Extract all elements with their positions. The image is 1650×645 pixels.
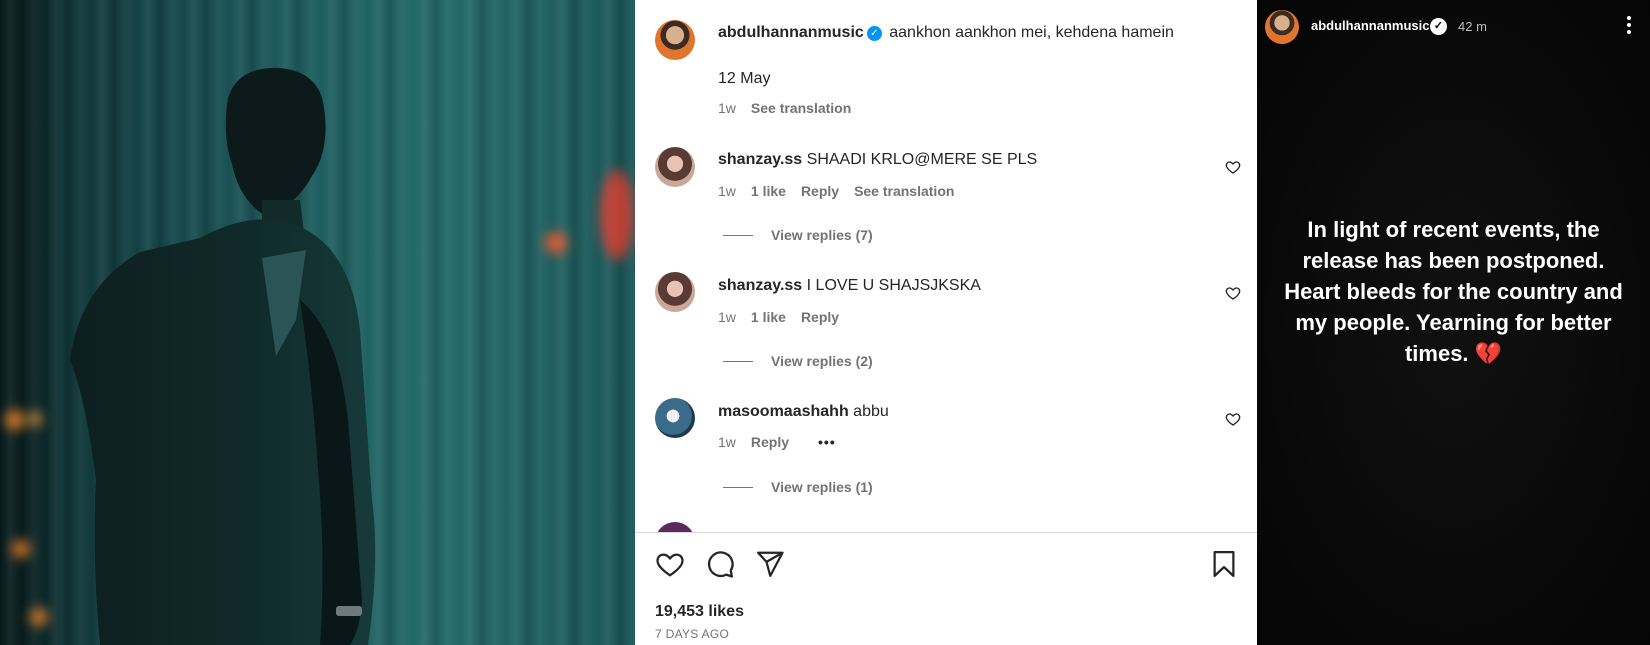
comment-age: 1w xyxy=(718,183,736,199)
comment-text: I LOVE U SHAJSJKSKA xyxy=(806,277,981,294)
comments-list[interactable]: abdulhannanmusic ✓ aankhon aankhon mei, k… xyxy=(635,0,1257,532)
story-time: 42 m xyxy=(1458,19,1487,34)
comment-heart-icon[interactable] xyxy=(1225,159,1241,175)
author-username[interactable]: abdulhannanmusic xyxy=(718,24,864,41)
story-text: In light of recent events, the release h… xyxy=(1284,217,1623,366)
view-replies-button[interactable]: View replies (2) xyxy=(723,353,873,369)
bookmark-icon[interactable] xyxy=(1209,549,1239,579)
reply-button[interactable]: Reply xyxy=(751,434,789,450)
comment-icon[interactable] xyxy=(705,549,735,579)
commenter-avatar[interactable] xyxy=(655,398,695,438)
view-replies-button[interactable]: View replies (1) xyxy=(723,479,873,495)
caption-age: 1w xyxy=(718,100,736,116)
post-timestamp: 7 DAYS AGO xyxy=(655,627,730,641)
more-options-icon[interactable]: ••• xyxy=(818,434,836,450)
share-icon[interactable] xyxy=(755,549,785,579)
story-avatar[interactable] xyxy=(1265,10,1299,44)
verified-badge-icon: ✓ xyxy=(866,26,882,41)
view-replies-label: View replies (7) xyxy=(771,227,873,243)
more-vertical-icon[interactable] xyxy=(1626,16,1632,36)
caption-text: aankhon aankhon mei, kehdena hamein xyxy=(889,24,1174,41)
comment-line: masoomaashahh abbu xyxy=(718,403,889,421)
replies-divider xyxy=(723,234,753,236)
comment-username[interactable]: shanzay.ss xyxy=(718,151,802,168)
likes-count[interactable]: 19,453 likes xyxy=(655,603,744,621)
person-silhouette xyxy=(70,67,376,645)
story-panel[interactable]: abdulhannanmusic ✓ 42 m In light of rece… xyxy=(1257,0,1650,645)
post-actions-bar: 19,453 likes 7 DAYS AGO xyxy=(635,532,1257,645)
comment-meta: 1w Reply ••• xyxy=(718,434,836,450)
reply-button[interactable]: Reply xyxy=(801,183,839,199)
story-username[interactable]: abdulhannanmusic xyxy=(1311,18,1429,33)
comment-line: shanzay.ss I LOVE U SHAJSJKSKA xyxy=(718,277,981,295)
comment-line: shanzay.ss SHAADI KRLO@MERE SE PLS xyxy=(718,151,1037,169)
comment-likes[interactable]: 1 like xyxy=(751,309,786,325)
comment-age: 1w xyxy=(718,434,736,450)
comment-likes[interactable]: 1 like xyxy=(751,183,786,199)
replies-divider xyxy=(723,360,753,362)
heart-icon[interactable] xyxy=(655,549,685,579)
comment-meta: 1w 1 like Reply xyxy=(718,309,839,325)
replies-divider xyxy=(723,486,753,488)
comment-username[interactable]: masoomaashahh xyxy=(718,403,849,420)
caption-date: 12 May xyxy=(718,70,771,87)
comment-username[interactable]: shanzay.ss xyxy=(718,277,802,294)
comment-heart-icon[interactable] xyxy=(1225,411,1241,427)
commenter-avatar[interactable] xyxy=(655,272,695,312)
caption-line: abdulhannanmusic ✓ aankhon aankhon mei, k… xyxy=(718,24,1174,42)
comment-meta: 1w 1 like Reply See translation xyxy=(718,183,954,199)
view-replies-button[interactable]: View replies (7) xyxy=(723,227,873,243)
verified-badge-icon: ✓ xyxy=(1430,18,1447,35)
comment-text: SHAADI KRLO@MERE SE PLS xyxy=(806,151,1038,168)
comment-text: abbu xyxy=(853,403,889,420)
comment-age: 1w xyxy=(718,309,736,325)
commenter-avatar[interactable] xyxy=(655,522,695,532)
post-panel: abdulhannanmusic ✓ aankhon aankhon mei, k… xyxy=(635,0,1257,645)
see-translation-link[interactable]: See translation xyxy=(751,100,851,116)
view-replies-label: View replies (1) xyxy=(771,479,873,495)
see-translation-link[interactable]: See translation xyxy=(854,183,954,199)
post-photo[interactable] xyxy=(0,0,635,645)
author-avatar[interactable] xyxy=(655,20,695,60)
commenter-avatar[interactable] xyxy=(655,147,695,187)
comment-heart-icon[interactable] xyxy=(1225,285,1241,301)
view-replies-label: View replies (2) xyxy=(771,353,873,369)
caption-meta: 1w See translation xyxy=(718,100,851,116)
reply-button[interactable]: Reply xyxy=(801,309,839,325)
